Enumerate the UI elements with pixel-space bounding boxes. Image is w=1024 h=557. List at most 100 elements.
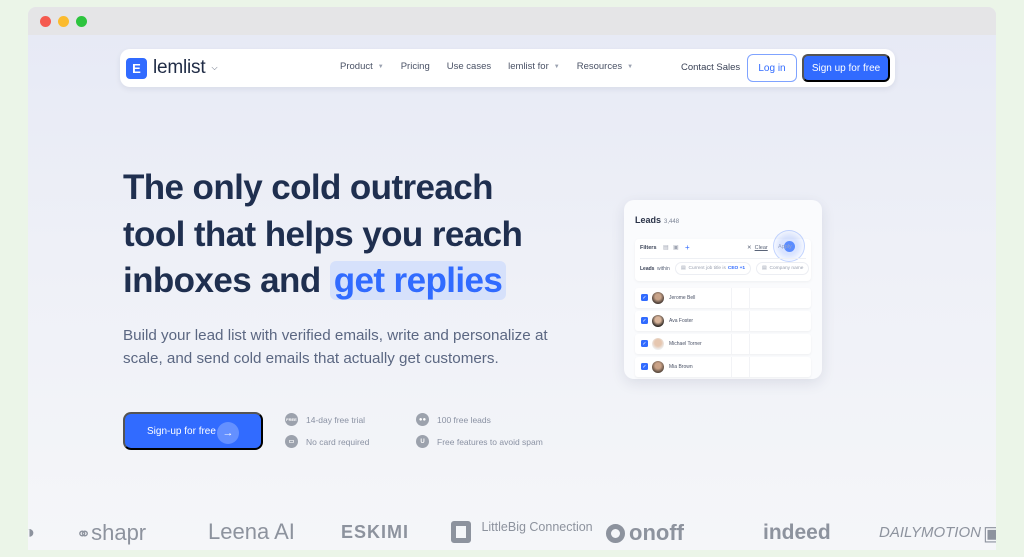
lead-name: Mia Brown <box>669 364 693 370</box>
signup-button[interactable]: Sign up for free <box>802 54 890 82</box>
chevron-down-icon[interactable]: ⌵ <box>211 63 217 73</box>
folder-icon[interactable]: ▣ <box>673 244 679 251</box>
column-divider <box>749 357 750 377</box>
checkbox-checked[interactable]: ✓ <box>641 340 648 347</box>
perk-label: 100 free leads <box>437 414 491 425</box>
lead-row[interactable]: ✓ Jerome Bell <box>635 288 811 308</box>
nav-item-pricing[interactable]: Pricing <box>401 61 430 72</box>
checkbox-checked[interactable]: ✓ <box>641 363 648 370</box>
leads-label: Leads <box>640 266 655 272</box>
nav-item-label: lemlist for <box>508 61 549 72</box>
perk-avoid-spam: U Free features to avoid spam <box>416 435 543 448</box>
logo-text: shapr <box>91 520 147 545</box>
nav-item-label: Use cases <box>446 61 492 72</box>
logo-onoff: onoff <box>606 520 684 546</box>
column-divider <box>749 311 750 331</box>
window-titlebar <box>28 7 996 35</box>
chip-value: CEO +1 <box>727 266 746 271</box>
lemlist-logo[interactable]: E lemlist ⌵ <box>126 57 218 79</box>
lead-row[interactable]: ✓ Michael Torner <box>635 334 811 354</box>
nav-item-use-cases[interactable]: Use cases <box>447 61 491 72</box>
caret-down-icon: ▼ <box>377 63 384 70</box>
cta-label: Sign-up for free <box>147 425 216 437</box>
perk-free-leads: ●● 100 free leads <box>416 413 491 426</box>
column-divider <box>731 288 732 308</box>
logo-leena-ai: Leena AI <box>208 519 295 544</box>
leads-count: 3,448 <box>664 219 680 225</box>
hero-title-line: tool that helps you reach <box>123 214 523 254</box>
minimize-window-button[interactable] <box>58 16 69 27</box>
hero-title-highlight: get replies <box>329 261 507 300</box>
hero-title: The only cold outreach tool that helps y… <box>123 165 563 305</box>
logo-dailymotion: DAILYMOTION <box>879 524 981 541</box>
lead-row[interactable]: ✓ Mia Brown <box>635 357 811 377</box>
logo-littlebig-connection: LittleBig Connection <box>451 520 593 543</box>
contact-sales-link[interactable]: Contact Sales <box>681 62 740 73</box>
hero-title-line: The only cold outreach <box>123 168 494 207</box>
shapr-icon: ⚭ <box>76 524 92 544</box>
filter-icon: ▤ <box>762 266 767 271</box>
column-divider <box>749 334 750 354</box>
leads-title-text: Leads <box>635 215 662 225</box>
lead-name: Ava Foster <box>669 318 694 324</box>
nav-item-lemlist-for[interactable]: lemlist for ▼ <box>508 61 560 72</box>
lemlist-logo-icon: E <box>126 57 147 79</box>
avatar <box>652 338 664 350</box>
logo-indeed: indeed <box>763 521 831 544</box>
signup-cta-button[interactable]: Sign-up for free → <box>123 412 263 450</box>
browser-window: E lemlist ⌵ Product ▼ Pricing Use cases … <box>28 7 996 550</box>
nav-item-label: Resources <box>576 61 623 72</box>
perk-label: Free features to avoid spam <box>437 436 543 447</box>
lead-name: Michael Torner <box>669 341 702 347</box>
login-button[interactable]: Log in <box>747 54 797 82</box>
avatar <box>652 292 664 304</box>
company-name-filter-chip[interactable]: ▤ Company name <box>756 262 810 275</box>
perk-free-trial: FREE 14-day free trial <box>285 413 365 426</box>
logo-eskimi: ESKIMI <box>341 522 410 542</box>
nav-item-label: Pricing <box>400 61 430 72</box>
nav-item-product[interactable]: Product ▼ <box>340 61 384 72</box>
divider <box>640 258 806 259</box>
lead-row[interactable]: ✓ Ava Foster <box>635 311 811 331</box>
leads-title: Leads 3,448 <box>635 215 679 225</box>
add-filter-icon[interactable]: + <box>685 243 690 252</box>
users-icon: ●● <box>416 413 429 426</box>
hero-title-line: inboxes and <box>123 261 330 300</box>
customer-logos-strip: ◑ ⚭shapr Leena AI ESKIMI LittleBig Conne… <box>28 517 996 550</box>
perk-label: 14-day free trial <box>306 414 366 425</box>
clear-filters-button[interactable]: ✕ Clear <box>747 245 768 251</box>
avatar <box>652 361 664 373</box>
onoff-icon <box>606 524 625 543</box>
column-divider <box>731 357 732 377</box>
within-label: within <box>657 266 670 272</box>
nav-links: Product ▼ Pricing Use cases lemlist for … <box>340 61 650 72</box>
filters-panel: Filters ▤ ▣ + ✕ Clear Apply Leads within … <box>635 230 811 281</box>
nav-item-resources[interactable]: Resources ▼ <box>577 61 633 72</box>
credit-card-icon: ▭ <box>285 435 298 448</box>
perk-no-card: ▭ No card required <box>285 435 369 448</box>
arrow-right-icon: → <box>217 422 239 444</box>
job-title-filter-chip[interactable]: ▤ Current job title is CEO +1 <box>675 262 752 275</box>
nav-item-label: Product <box>340 61 373 72</box>
list-icon[interactable]: ▤ <box>663 244 669 251</box>
free-tag-icon: FREE <box>285 413 298 426</box>
maximize-window-button[interactable] <box>76 16 87 27</box>
leads-preview-card: Leads 3,448 Filters ▤ ▣ + ✕ Clear Apply Le… <box>624 200 822 379</box>
checkbox-checked[interactable]: ✓ <box>641 294 648 301</box>
clear-label: Clear <box>754 245 768 251</box>
logo-text: onoff <box>629 520 684 545</box>
column-divider <box>749 288 750 308</box>
caret-down-icon: ▼ <box>553 63 560 70</box>
close-window-button[interactable] <box>40 16 51 27</box>
apply-filters-button[interactable]: Apply <box>778 244 792 250</box>
logo-text: LittleBig Connection <box>481 520 593 534</box>
shield-icon: U <box>416 435 429 448</box>
hero-subtitle: Build your lead list with verified email… <box>123 327 548 367</box>
column-divider <box>731 311 732 331</box>
checkbox-checked[interactable]: ✓ <box>641 317 648 324</box>
column-divider <box>731 334 732 354</box>
filter-icon: ▤ <box>681 266 686 271</box>
logo-partial-right: ▣ <box>983 523 996 545</box>
logo-text: lemlist <box>153 57 206 78</box>
littlebig-icon <box>451 521 471 543</box>
